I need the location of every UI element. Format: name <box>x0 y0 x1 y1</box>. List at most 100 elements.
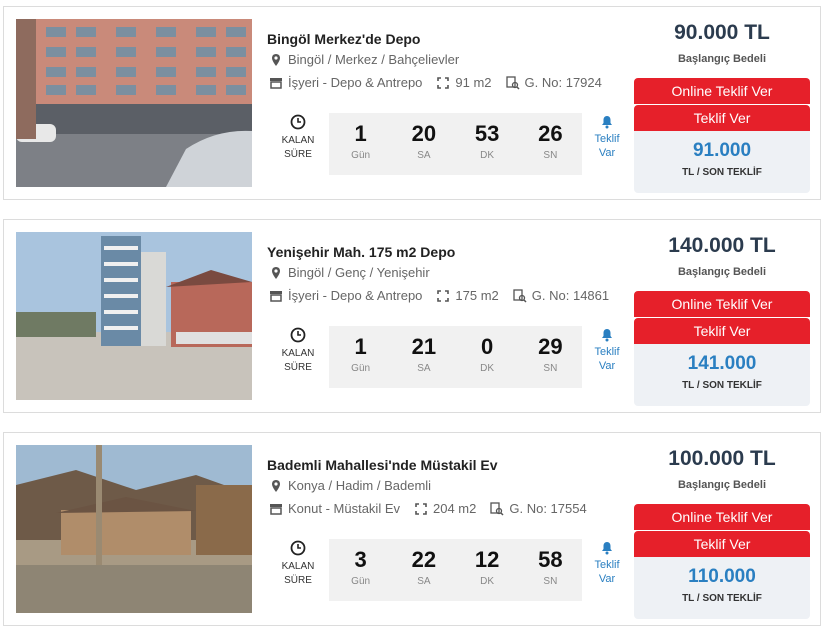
countdown-label-line2: SÜRE <box>284 575 312 586</box>
countdown-timer: 1 Gün 20 SA 53 DK 26 SN <box>329 113 582 175</box>
timer-unit: Gün <box>351 363 371 374</box>
area-text: 204 m2 <box>433 501 477 516</box>
timer-seconds: 58 SN <box>519 539 582 601</box>
listing-card[interactable]: Bademli Mahallesi'nde Müstakil Ev Konya … <box>3 432 821 626</box>
bid-notice[interactable]: Teklif Var <box>590 115 624 160</box>
timer-days: 1 Gün <box>329 113 392 175</box>
timer-value: 0 <box>481 334 494 359</box>
timer-unit: DK <box>480 576 495 587</box>
bell-icon <box>600 115 614 129</box>
timer-unit: SN <box>543 576 558 587</box>
search-doc-icon <box>513 288 527 303</box>
timer-minutes: 0 DK <box>456 326 519 388</box>
last-bid-label: TL / SON TEKLİF <box>682 593 762 604</box>
timer-seconds: 29 SN <box>519 326 582 388</box>
bell-icon <box>600 328 614 342</box>
last-bid-box: 141.000 TL / SON TEKLİF <box>634 344 810 406</box>
listing-location: Bingöl / Merkez / Bahçelievler <box>269 52 459 67</box>
bid-notice-line1: Teklif <box>594 559 620 571</box>
listing-title[interactable]: Yenişehir Mah. 175 m2 Depo <box>267 244 455 260</box>
start-price-label: Başlangıç Bedeli <box>677 479 767 491</box>
timer-unit: Gün <box>351 576 371 587</box>
listing-meta: İşyeri - Depo & Antrepo 175 m2 G. No: 14… <box>269 288 609 303</box>
online-bid-button[interactable]: Online Teklif Ver <box>634 78 810 104</box>
timer-value: 1 <box>354 334 367 359</box>
bid-notice-line2: Var <box>598 147 616 159</box>
start-price-label: Başlangıç Bedeli <box>677 266 767 278</box>
listing-location: Konya / Hadim / Bademli <box>269 478 431 493</box>
gno-text: G. No: 17554 <box>509 501 587 516</box>
shop-icon <box>269 76 283 90</box>
listing-photo[interactable] <box>16 445 252 613</box>
resize-icon <box>436 76 450 90</box>
listing-photo[interactable] <box>16 232 252 400</box>
timer-value: 21 <box>411 334 437 359</box>
map-pin-icon <box>269 479 283 493</box>
countdown-label: KALAN SÜRE <box>272 540 324 588</box>
timer-unit: DK <box>480 363 495 374</box>
timer-value: 26 <box>538 121 563 146</box>
start-price: 90.000 TL <box>674 21 770 44</box>
countdown-timer: 1 Gün 21 SA 0 DK 29 SN <box>329 326 582 388</box>
timer-unit: SA <box>417 363 431 374</box>
timer-value: 20 <box>411 121 437 146</box>
timer-unit: SA <box>417 150 431 161</box>
listing-photo[interactable] <box>16 19 252 187</box>
online-bid-button[interactable]: Online Teklif Ver <box>634 504 810 530</box>
map-pin-icon <box>269 53 283 67</box>
bid-notice-line2: Var <box>598 360 616 372</box>
last-bid-value: 141.000 <box>687 353 757 374</box>
start-price: 140.000 TL <box>668 234 776 257</box>
bid-button[interactable]: Teklif Ver <box>634 105 810 131</box>
last-bid-value: 91.000 <box>692 140 752 161</box>
timer-minutes: 12 DK <box>456 539 519 601</box>
timer-unit: SN <box>543 150 558 161</box>
bid-button[interactable]: Teklif Ver <box>634 318 810 344</box>
last-bid-label: TL / SON TEKLİF <box>682 167 762 178</box>
timer-unit: Gün <box>351 150 371 161</box>
timer-unit: DK <box>480 150 495 161</box>
bid-notice[interactable]: Teklif Var <box>590 328 624 373</box>
area-text: 91 m2 <box>455 75 492 90</box>
timer-seconds: 26 SN <box>519 113 582 175</box>
category-text: İşyeri - Depo & Antrepo <box>288 75 423 90</box>
countdown-label-line1: KALAN <box>281 561 315 572</box>
listing-card[interactable]: Bingöl Merkez'de Depo Bingöl / Merkez / … <box>3 6 821 200</box>
countdown-label: KALAN SÜRE <box>272 114 324 162</box>
countdown-label-line2: SÜRE <box>284 362 312 373</box>
search-doc-icon <box>490 501 504 516</box>
resize-icon <box>414 502 428 516</box>
timer-unit: SA <box>417 576 431 587</box>
bid-notice[interactable]: Teklif Var <box>590 541 624 586</box>
location-text: Konya / Hadim / Bademli <box>288 478 432 493</box>
bid-button[interactable]: Teklif Ver <box>634 531 810 557</box>
area-text: 175 m2 <box>455 288 499 303</box>
clock-icon <box>290 540 306 556</box>
timer-value: 1 <box>354 121 367 146</box>
bid-notice-line1: Teklif <box>594 346 620 358</box>
timer-value: 12 <box>474 547 500 572</box>
listing-card[interactable]: Yenişehir Mah. 175 m2 Depo Bingöl / Genç… <box>3 219 821 413</box>
clock-icon <box>290 114 306 130</box>
countdown-label: KALAN SÜRE <box>272 327 324 375</box>
last-bid-box: 91.000 TL / SON TEKLİF <box>634 131 810 193</box>
location-text: Bingöl / Merkez / Bahçelievler <box>288 52 460 67</box>
timer-value: 29 <box>538 334 563 359</box>
listing-title[interactable]: Bingöl Merkez'de Depo <box>267 31 420 47</box>
timer-days: 1 Gün <box>329 326 392 388</box>
start-price: 100.000 TL <box>668 447 776 470</box>
shop-icon <box>269 289 283 303</box>
gno-text: G. No: 14861 <box>531 288 610 303</box>
countdown-label-line1: KALAN <box>281 135 315 146</box>
start-price-label: Başlangıç Bedeli <box>677 53 767 65</box>
online-bid-button[interactable]: Online Teklif Ver <box>634 291 810 317</box>
listing-title[interactable]: Bademli Mahallesi'nde Müstakil Ev <box>267 457 498 473</box>
shop-icon <box>269 502 283 516</box>
timer-unit: SN <box>543 363 558 374</box>
category-text: Konut - Müstakil Ev <box>288 501 400 516</box>
resize-icon <box>436 289 450 303</box>
search-doc-icon <box>505 75 520 90</box>
countdown-label-line2: SÜRE <box>284 149 312 160</box>
timer-hours: 22 SA <box>392 539 455 601</box>
gno-text: G. No: 17924 <box>524 75 602 90</box>
